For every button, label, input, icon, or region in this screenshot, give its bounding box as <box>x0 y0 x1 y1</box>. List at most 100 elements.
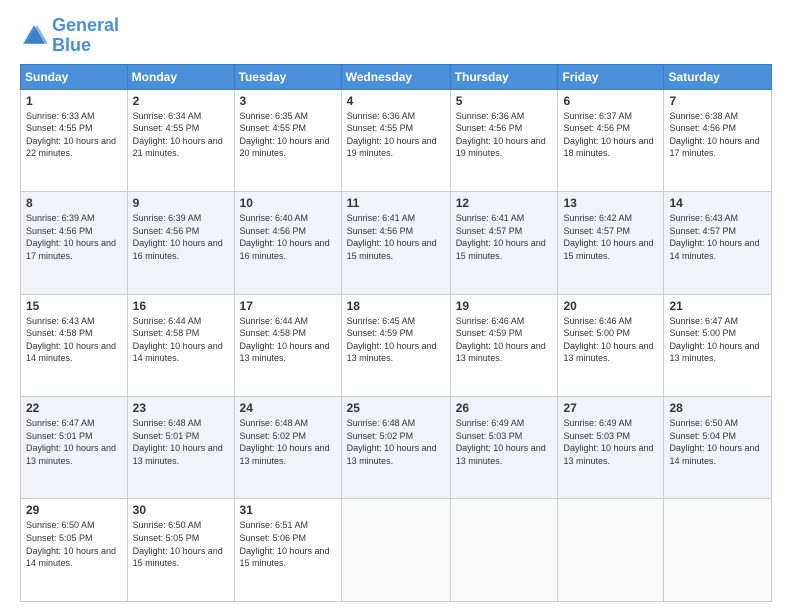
calendar-cell: 27 Sunrise: 6:49 AMSunset: 5:03 PMDaylig… <box>558 397 664 499</box>
day-info: Sunrise: 6:48 AMSunset: 5:02 PMDaylight:… <box>240 417 336 467</box>
calendar-cell: 11 Sunrise: 6:41 AMSunset: 4:56 PMDaylig… <box>341 192 450 294</box>
day-info: Sunrise: 6:46 AMSunset: 4:59 PMDaylight:… <box>456 315 553 365</box>
day-number: 2 <box>133 94 229 108</box>
day-number: 25 <box>347 401 445 415</box>
calendar-week-5: 29 Sunrise: 6:50 AMSunset: 5:05 PMDaylig… <box>21 499 772 602</box>
calendar-cell: 8 Sunrise: 6:39 AMSunset: 4:56 PMDayligh… <box>21 192 128 294</box>
calendar-cell: 14 Sunrise: 6:43 AMSunset: 4:57 PMDaylig… <box>664 192 772 294</box>
day-info: Sunrise: 6:49 AMSunset: 5:03 PMDaylight:… <box>563 417 658 467</box>
calendar-week-2: 8 Sunrise: 6:39 AMSunset: 4:56 PMDayligh… <box>21 192 772 294</box>
calendar-cell: 7 Sunrise: 6:38 AMSunset: 4:56 PMDayligh… <box>664 89 772 191</box>
calendar-cell: 10 Sunrise: 6:40 AMSunset: 4:56 PMDaylig… <box>234 192 341 294</box>
day-number: 24 <box>240 401 336 415</box>
logo-icon <box>20 22 48 50</box>
weekday-thursday: Thursday <box>450 64 558 89</box>
day-info: Sunrise: 6:45 AMSunset: 4:59 PMDaylight:… <box>347 315 445 365</box>
day-info: Sunrise: 6:38 AMSunset: 4:56 PMDaylight:… <box>669 110 766 160</box>
calendar-cell: 26 Sunrise: 6:49 AMSunset: 5:03 PMDaylig… <box>450 397 558 499</box>
day-number: 1 <box>26 94 122 108</box>
weekday-tuesday: Tuesday <box>234 64 341 89</box>
day-info: Sunrise: 6:50 AMSunset: 5:05 PMDaylight:… <box>26 519 122 569</box>
day-info: Sunrise: 6:50 AMSunset: 5:05 PMDaylight:… <box>133 519 229 569</box>
day-number: 9 <box>133 196 229 210</box>
calendar-cell: 1 Sunrise: 6:33 AMSunset: 4:55 PMDayligh… <box>21 89 128 191</box>
calendar-cell: 18 Sunrise: 6:45 AMSunset: 4:59 PMDaylig… <box>341 294 450 396</box>
calendar-week-3: 15 Sunrise: 6:43 AMSunset: 4:58 PMDaylig… <box>21 294 772 396</box>
day-info: Sunrise: 6:36 AMSunset: 4:55 PMDaylight:… <box>347 110 445 160</box>
calendar-cell <box>558 499 664 602</box>
weekday-monday: Monday <box>127 64 234 89</box>
calendar-cell: 5 Sunrise: 6:36 AMSunset: 4:56 PMDayligh… <box>450 89 558 191</box>
day-info: Sunrise: 6:48 AMSunset: 5:01 PMDaylight:… <box>133 417 229 467</box>
calendar-cell: 6 Sunrise: 6:37 AMSunset: 4:56 PMDayligh… <box>558 89 664 191</box>
weekday-saturday: Saturday <box>664 64 772 89</box>
day-number: 10 <box>240 196 336 210</box>
day-info: Sunrise: 6:39 AMSunset: 4:56 PMDaylight:… <box>133 212 229 262</box>
calendar-body: 1 Sunrise: 6:33 AMSunset: 4:55 PMDayligh… <box>21 89 772 601</box>
calendar-cell: 16 Sunrise: 6:44 AMSunset: 4:58 PMDaylig… <box>127 294 234 396</box>
day-info: Sunrise: 6:47 AMSunset: 5:01 PMDaylight:… <box>26 417 122 467</box>
day-info: Sunrise: 6:33 AMSunset: 4:55 PMDaylight:… <box>26 110 122 160</box>
calendar-cell: 15 Sunrise: 6:43 AMSunset: 4:58 PMDaylig… <box>21 294 128 396</box>
day-info: Sunrise: 6:44 AMSunset: 4:58 PMDaylight:… <box>240 315 336 365</box>
calendar-cell: 24 Sunrise: 6:48 AMSunset: 5:02 PMDaylig… <box>234 397 341 499</box>
calendar-cell: 20 Sunrise: 6:46 AMSunset: 5:00 PMDaylig… <box>558 294 664 396</box>
day-info: Sunrise: 6:41 AMSunset: 4:56 PMDaylight:… <box>347 212 445 262</box>
day-number: 3 <box>240 94 336 108</box>
day-number: 21 <box>669 299 766 313</box>
day-info: Sunrise: 6:44 AMSunset: 4:58 PMDaylight:… <box>133 315 229 365</box>
calendar-cell: 19 Sunrise: 6:46 AMSunset: 4:59 PMDaylig… <box>450 294 558 396</box>
calendar-cell: 12 Sunrise: 6:41 AMSunset: 4:57 PMDaylig… <box>450 192 558 294</box>
day-number: 16 <box>133 299 229 313</box>
day-number: 5 <box>456 94 553 108</box>
weekday-friday: Friday <box>558 64 664 89</box>
day-number: 14 <box>669 196 766 210</box>
calendar-week-4: 22 Sunrise: 6:47 AMSunset: 5:01 PMDaylig… <box>21 397 772 499</box>
day-number: 13 <box>563 196 658 210</box>
page: General Blue SundayMondayTuesdayWednesda… <box>0 0 792 612</box>
day-number: 7 <box>669 94 766 108</box>
day-info: Sunrise: 6:47 AMSunset: 5:00 PMDaylight:… <box>669 315 766 365</box>
day-number: 31 <box>240 503 336 517</box>
day-number: 29 <box>26 503 122 517</box>
day-number: 19 <box>456 299 553 313</box>
calendar-week-1: 1 Sunrise: 6:33 AMSunset: 4:55 PMDayligh… <box>21 89 772 191</box>
calendar-table: SundayMondayTuesdayWednesdayThursdayFrid… <box>20 64 772 602</box>
day-info: Sunrise: 6:49 AMSunset: 5:03 PMDaylight:… <box>456 417 553 467</box>
day-number: 11 <box>347 196 445 210</box>
day-number: 15 <box>26 299 122 313</box>
day-info: Sunrise: 6:35 AMSunset: 4:55 PMDaylight:… <box>240 110 336 160</box>
day-info: Sunrise: 6:37 AMSunset: 4:56 PMDaylight:… <box>563 110 658 160</box>
weekday-sunday: Sunday <box>21 64 128 89</box>
calendar-cell: 21 Sunrise: 6:47 AMSunset: 5:00 PMDaylig… <box>664 294 772 396</box>
logo: General Blue <box>20 16 119 56</box>
day-number: 6 <box>563 94 658 108</box>
calendar-cell: 30 Sunrise: 6:50 AMSunset: 5:05 PMDaylig… <box>127 499 234 602</box>
day-number: 28 <box>669 401 766 415</box>
day-number: 30 <box>133 503 229 517</box>
day-number: 23 <box>133 401 229 415</box>
calendar-cell <box>664 499 772 602</box>
day-info: Sunrise: 6:39 AMSunset: 4:56 PMDaylight:… <box>26 212 122 262</box>
day-number: 17 <box>240 299 336 313</box>
day-number: 20 <box>563 299 658 313</box>
calendar-cell: 13 Sunrise: 6:42 AMSunset: 4:57 PMDaylig… <box>558 192 664 294</box>
calendar-cell: 2 Sunrise: 6:34 AMSunset: 4:55 PMDayligh… <box>127 89 234 191</box>
day-number: 27 <box>563 401 658 415</box>
day-info: Sunrise: 6:34 AMSunset: 4:55 PMDaylight:… <box>133 110 229 160</box>
day-info: Sunrise: 6:41 AMSunset: 4:57 PMDaylight:… <box>456 212 553 262</box>
calendar-cell: 17 Sunrise: 6:44 AMSunset: 4:58 PMDaylig… <box>234 294 341 396</box>
day-info: Sunrise: 6:40 AMSunset: 4:56 PMDaylight:… <box>240 212 336 262</box>
calendar-cell: 31 Sunrise: 6:51 AMSunset: 5:06 PMDaylig… <box>234 499 341 602</box>
day-number: 4 <box>347 94 445 108</box>
calendar-cell: 3 Sunrise: 6:35 AMSunset: 4:55 PMDayligh… <box>234 89 341 191</box>
day-info: Sunrise: 6:51 AMSunset: 5:06 PMDaylight:… <box>240 519 336 569</box>
calendar-cell: 9 Sunrise: 6:39 AMSunset: 4:56 PMDayligh… <box>127 192 234 294</box>
day-info: Sunrise: 6:42 AMSunset: 4:57 PMDaylight:… <box>563 212 658 262</box>
day-info: Sunrise: 6:50 AMSunset: 5:04 PMDaylight:… <box>669 417 766 467</box>
day-number: 18 <box>347 299 445 313</box>
calendar-cell: 4 Sunrise: 6:36 AMSunset: 4:55 PMDayligh… <box>341 89 450 191</box>
calendar-cell: 25 Sunrise: 6:48 AMSunset: 5:02 PMDaylig… <box>341 397 450 499</box>
logo-text: General Blue <box>52 16 119 56</box>
day-number: 26 <box>456 401 553 415</box>
